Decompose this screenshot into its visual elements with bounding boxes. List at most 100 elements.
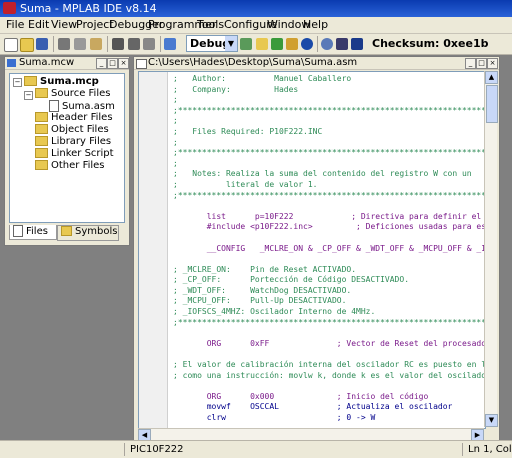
tab-files[interactable]: Files <box>9 225 57 240</box>
folder-icon <box>35 124 48 134</box>
chevron-down-icon[interactable]: ▼ <box>225 36 237 51</box>
menu-edit[interactable]: Edit <box>28 18 49 31</box>
menu-view[interactable]: View <box>51 18 77 31</box>
close-button[interactable]: × <box>118 58 129 69</box>
build-all-icon[interactable] <box>286 38 298 50</box>
menu-project[interactable]: Project <box>76 18 114 31</box>
tree-header-files[interactable]: Header Files <box>35 112 113 123</box>
toolbar: Debug ▼ Checksum: 0xee1b <box>0 34 512 55</box>
editor-window: C:\Users\Hades\Desktop\Suma\Suma.asm _ □… <box>133 56 500 442</box>
tree-other-files[interactable]: Other Files <box>35 160 105 171</box>
paste-icon[interactable] <box>90 38 102 50</box>
code-line: ; _MCPU_OFF: Pull-Up DESACTIVADO. <box>173 296 347 306</box>
code-line: __CONFIG _MCLRE_ON & _CP_OFF & _WDT_OFF … <box>206 243 485 253</box>
code-line: ORG 0x000 ; Inicio del código <box>173 391 429 401</box>
maximize-button[interactable]: □ <box>107 58 118 69</box>
minimize-button[interactable]: _ <box>465 58 476 69</box>
debug-icon[interactable] <box>336 38 348 50</box>
code-line: ; * <box>173 158 486 168</box>
document-icon <box>136 59 147 69</box>
help-topics-icon[interactable] <box>351 38 363 50</box>
build-icon[interactable] <box>240 38 252 50</box>
project-window-titlebar[interactable]: Suma.mcw _ □ × <box>5 57 129 70</box>
build-config-select[interactable]: Debug ▼ <box>186 35 238 52</box>
horizontal-scrollbar[interactable]: ◀ ▶ <box>138 428 484 442</box>
maximize-button[interactable]: □ <box>476 58 487 69</box>
editor-window-title: C:\Users\Hades\Desktop\Suma\Suma.asm <box>148 57 358 68</box>
project-icon <box>24 76 37 86</box>
info-icon[interactable] <box>301 38 313 50</box>
clock-icon[interactable] <box>321 38 333 50</box>
tree-file-suma-asm[interactable]: Suma.asm <box>49 100 115 112</box>
folder-icon <box>35 160 48 170</box>
make-icon[interactable] <box>271 38 283 50</box>
code-line: ; * <box>173 95 486 105</box>
vertical-scrollbar[interactable]: ▲ ▼ <box>484 71 498 427</box>
scroll-down-button[interactable]: ▼ <box>485 414 498 427</box>
code-line: ; _MCLRE_ON: Pin de Reset ACTIVADO. <box>173 264 357 274</box>
collapse-toggle[interactable]: − <box>24 91 33 100</box>
mplab-app-icon <box>3 2 16 14</box>
status-cursor-position: Ln 1, Col <box>468 444 512 455</box>
save-icon[interactable] <box>36 38 48 50</box>
toolbar-separator <box>317 36 318 52</box>
find-icon[interactable] <box>112 38 124 50</box>
tree-linker-script[interactable]: Linker Script <box>35 148 114 159</box>
collapse-toggle[interactable]: − <box>13 78 22 87</box>
help-icon[interactable] <box>164 38 176 50</box>
tab-symbols[interactable]: Symbols <box>57 225 119 241</box>
status-divider <box>462 443 463 456</box>
window-title: Suma - MPLAB IDE v8.14 <box>20 2 157 15</box>
new-file-icon[interactable] <box>4 38 18 52</box>
status-divider <box>124 443 125 456</box>
tree-project-node[interactable]: Suma.mcp <box>24 76 99 87</box>
code-line: ; Author: Manuel Caballero * <box>173 74 486 83</box>
scroll-up-button[interactable]: ▲ <box>485 71 498 84</box>
code-lines: ; Author: Manuel Caballero *; Company: H… <box>173 74 486 428</box>
code-line: movwf OSCCAL ; Actualiza el oscilador <box>173 402 453 412</box>
code-line: ; Notes: Realiza la suma del contenido d… <box>173 169 486 179</box>
tree-source-files[interactable]: Source Files <box>35 88 110 99</box>
tree-object-files[interactable]: Object Files <box>35 124 109 135</box>
menu-file[interactable]: File <box>6 18 24 31</box>
project-tree: − Suma.mcp − Source Files Suma.asm Heade… <box>9 73 125 223</box>
code-line: ; Company: Hades * <box>173 84 486 94</box>
menu-bar: File Edit View Project Debugger Programm… <box>0 17 512 34</box>
editor-window-titlebar[interactable]: C:\Users\Hades\Desktop\Suma\Suma.asm _ □… <box>134 57 499 70</box>
code-line: ; literal de valor 1. * <box>173 179 486 189</box>
menu-tools[interactable]: Tools <box>197 18 224 31</box>
code-line: ORG 0xFF ; Vector de Reset del procesado… <box>173 338 486 348</box>
file-icon <box>49 100 59 112</box>
line-gutter <box>139 72 168 428</box>
folder-icon <box>35 148 48 158</box>
project-window-title: Suma.mcw <box>19 57 75 68</box>
print-icon[interactable] <box>143 38 155 50</box>
code-line: ;***************************************… <box>173 105 486 115</box>
scroll-thumb[interactable] <box>486 85 498 123</box>
open-folder-icon[interactable] <box>20 38 34 52</box>
tree-library-files[interactable]: Library Files <box>35 136 111 147</box>
code-line: ; como una instrucción: movlw k, donde k… <box>173 370 486 380</box>
open-project-icon[interactable] <box>256 38 268 50</box>
title-bar: Suma - MPLAB IDE v8.14 <box>0 0 512 17</box>
code-line: ; El valor de calibración interna del os… <box>173 360 486 370</box>
find-in-files-icon[interactable] <box>128 38 140 50</box>
code-line: clrw ; 0 -> W <box>173 413 376 422</box>
copy-icon[interactable] <box>74 38 86 50</box>
close-button[interactable]: × <box>487 58 498 69</box>
status-bar: PIC10F222 Ln 1, Col <box>0 440 512 458</box>
menu-help[interactable]: Help <box>303 18 328 31</box>
folder-icon <box>35 112 48 122</box>
code-editor[interactable]: ; Author: Manuel Caballero *; Company: H… <box>138 71 486 429</box>
cut-icon[interactable] <box>58 38 70 50</box>
folder-icon <box>35 136 48 146</box>
code-line: ;***************************************… <box>173 190 486 200</box>
project-tabs: Files Symbols <box>9 225 123 241</box>
toolbar-separator <box>53 36 54 52</box>
minimize-button[interactable]: _ <box>96 58 107 69</box>
code-line: ; * <box>173 137 486 147</box>
